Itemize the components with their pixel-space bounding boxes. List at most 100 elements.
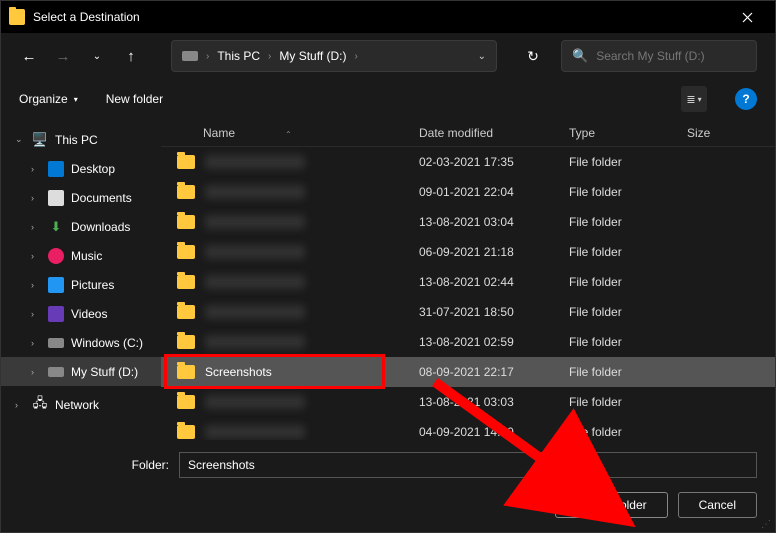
tree-windows-c[interactable]: › Windows (C:) (1, 328, 161, 357)
tree-desktop[interactable]: › Desktop (1, 154, 161, 183)
nav-tree: ⌄ 🖥️ This PC › Desktop › Documents › ⬇ D… (1, 119, 161, 440)
column-name[interactable]: Name⌃ (161, 126, 419, 140)
chevron-down-icon: ▾ (74, 95, 78, 104)
folder-row: Folder: (19, 452, 757, 478)
list-row[interactable]: Screenshots08-09-2021 22:17File folder (161, 357, 775, 387)
list-row[interactable]: 02-03-2021 17:35File folder (161, 147, 775, 177)
list-row[interactable]: 13-08-2021 02:44File folder (161, 267, 775, 297)
dialog-window: Select a Destination ← → ⌄ ↑ › This PC ›… (0, 0, 776, 533)
organize-menu[interactable]: Organize ▾ (19, 92, 78, 106)
folder-label: Folder: (19, 458, 169, 472)
music-icon (48, 248, 64, 264)
row-type: File folder (569, 305, 687, 319)
column-size[interactable]: Size (687, 126, 775, 140)
row-date: 13-08-2021 02:59 (419, 335, 569, 349)
folder-icon (177, 155, 195, 169)
row-name (205, 245, 419, 259)
chevron-right-icon[interactable]: › (31, 367, 41, 377)
list-row[interactable]: 13-08-2021 03:04File folder (161, 207, 775, 237)
sort-indicator-icon: ⌃ (285, 130, 292, 139)
row-type: File folder (569, 215, 687, 229)
folder-icon (177, 215, 195, 229)
tree-label: Videos (71, 307, 107, 321)
tree-label: Music (71, 249, 102, 263)
chevron-right-icon: › (355, 51, 358, 62)
folder-icon (177, 395, 195, 409)
forward-button[interactable]: → (53, 48, 73, 65)
select-folder-button[interactable]: Select Folder (555, 492, 668, 518)
desktop-icon (48, 161, 64, 177)
row-type: File folder (569, 245, 687, 259)
tree-label: This PC (55, 133, 98, 147)
row-name (205, 275, 419, 289)
new-folder-button[interactable]: New folder (106, 92, 163, 106)
search-bar[interactable]: 🔍 (561, 40, 757, 72)
row-date: 08-09-2021 22:17 (419, 365, 569, 379)
tree-label: Downloads (71, 220, 130, 234)
tree-network[interactable]: › 🖧 Network (1, 390, 161, 419)
tree-this-pc[interactable]: ⌄ 🖥️ This PC (1, 125, 161, 154)
tree-videos[interactable]: › Videos (1, 299, 161, 328)
new-folder-label: New folder (106, 92, 163, 106)
footer: Folder: Select Folder Cancel ⋰ (1, 440, 775, 532)
recent-dropdown-icon[interactable]: ⌄ (87, 51, 107, 62)
list-row[interactable]: 31-07-2021 18:50File folder (161, 297, 775, 327)
row-type: File folder (569, 365, 687, 379)
chevron-down-icon[interactable]: ⌄ (15, 134, 25, 145)
tree-label: Desktop (71, 162, 115, 176)
tree-documents[interactable]: › Documents (1, 183, 161, 212)
list-row[interactable]: 06-09-2021 21:18File folder (161, 237, 775, 267)
chevron-right-icon[interactable]: › (31, 222, 41, 232)
list-row[interactable]: 13-08-2021 03:03File folder (161, 387, 775, 417)
tree-downloads[interactable]: › ⬇ Downloads (1, 212, 161, 241)
close-button[interactable] (727, 1, 767, 33)
drive-icon (48, 338, 64, 348)
drive-icon (182, 51, 198, 61)
row-date: 13-08-2021 02:44 (419, 275, 569, 289)
chevron-right-icon[interactable]: › (31, 309, 41, 319)
body: ⌄ 🖥️ This PC › Desktop › Documents › ⬇ D… (1, 119, 775, 440)
tree-music[interactable]: › Music (1, 241, 161, 270)
view-options-button[interactable]: ≣ ▾ (681, 86, 707, 112)
tree-pictures[interactable]: › Pictures (1, 270, 161, 299)
tree-my-stuff-d[interactable]: › My Stuff (D:) (1, 357, 161, 386)
chevron-right-icon[interactable]: › (15, 400, 25, 410)
cancel-button[interactable]: Cancel (678, 492, 757, 518)
row-name (205, 185, 419, 199)
toolbar: Organize ▾ New folder ≣ ▾ ? (1, 79, 775, 119)
resize-grip[interactable]: ⋰ (761, 522, 771, 528)
row-date: 02-03-2021 17:35 (419, 155, 569, 169)
search-input[interactable] (596, 49, 746, 63)
list-row[interactable]: 13-08-2021 02:59File folder (161, 327, 775, 357)
tree-label: Documents (71, 191, 132, 205)
downloads-icon: ⬇ (48, 219, 64, 235)
chevron-right-icon[interactable]: › (31, 193, 41, 203)
tree-label: Windows (C:) (71, 336, 143, 350)
row-date: 06-09-2021 21:18 (419, 245, 569, 259)
breadcrumb-segment[interactable]: This PC (217, 49, 260, 63)
chevron-right-icon[interactable]: › (31, 280, 41, 290)
chevron-right-icon[interactable]: › (31, 338, 41, 348)
row-type: File folder (569, 335, 687, 349)
row-type: File folder (569, 155, 687, 169)
chevron-right-icon[interactable]: › (31, 164, 41, 174)
column-type[interactable]: Type (569, 126, 687, 140)
list-row[interactable]: 04-09-2021 14:10File folder (161, 417, 775, 440)
folder-input[interactable] (179, 452, 757, 478)
refresh-button[interactable]: ↻ (519, 48, 547, 65)
help-button[interactable]: ? (735, 88, 757, 110)
chevron-right-icon: › (268, 51, 271, 62)
folder-icon (177, 185, 195, 199)
column-date[interactable]: Date modified (419, 126, 569, 140)
address-bar[interactable]: › This PC › My Stuff (D:) › ⌄ (171, 40, 497, 72)
up-button[interactable]: ↑ (121, 48, 141, 65)
chevron-down-icon[interactable]: ⌄ (478, 51, 486, 62)
row-name (205, 155, 419, 169)
breadcrumb-segment[interactable]: My Stuff (D:) (279, 49, 346, 63)
row-name (205, 395, 419, 409)
organize-label: Organize (19, 92, 68, 106)
back-button[interactable]: ← (19, 48, 39, 65)
chevron-right-icon[interactable]: › (31, 251, 41, 261)
list-row[interactable]: 09-01-2021 22:04File folder (161, 177, 775, 207)
button-row: Select Folder Cancel (19, 492, 757, 518)
